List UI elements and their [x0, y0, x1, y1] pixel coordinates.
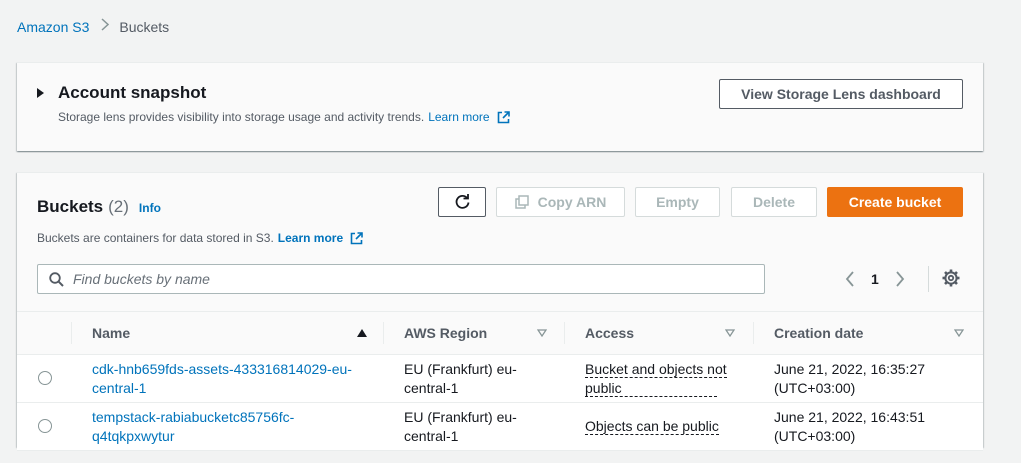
creation-date-line: June 21, 2022, 16:43:51	[774, 409, 926, 425]
gear-icon[interactable]	[942, 269, 960, 287]
table-header: Name AWS Region Access Creation date	[17, 311, 983, 355]
region-line: central-1	[404, 380, 459, 396]
creation-date-line: (UTC+03:00)	[774, 428, 856, 444]
table-row[interactable]: cdk-hnb659fds-assets-433316814029-eu- ce…	[17, 355, 983, 403]
delete-button[interactable]: Delete	[731, 187, 817, 217]
column-header-name[interactable]: Name	[92, 312, 367, 354]
sort-icon	[954, 329, 964, 337]
column-name-label: Name	[92, 325, 131, 341]
divider	[928, 266, 929, 292]
chevron-right-icon	[101, 18, 110, 35]
bucket-name-link[interactable]: cdk-hnb659fds-assets-433316814029-eu- ce…	[92, 361, 352, 396]
access-line[interactable]: public	[585, 380, 717, 397]
row-select-radio[interactable]	[38, 371, 52, 385]
creation-date-line: (UTC+03:00)	[774, 380, 856, 396]
buckets-table: Name AWS Region Access Creation date cdk…	[17, 311, 983, 451]
region-line: EU (Frankfurt) eu-	[404, 409, 517, 425]
bucket-name-line: central-1	[92, 380, 147, 396]
current-page-number[interactable]: 1	[871, 271, 879, 287]
column-access-label: Access	[585, 325, 635, 341]
column-divider	[564, 322, 565, 344]
column-created-label: Creation date	[774, 325, 864, 341]
pagination: 1	[839, 267, 911, 291]
snapshot-description-text: Storage lens provides visibility into st…	[58, 110, 425, 124]
refresh-button[interactable]	[438, 187, 486, 217]
search-icon	[49, 271, 64, 287]
account-snapshot-description: Storage lens provides visibility into st…	[58, 110, 510, 124]
buckets-title: Buckets	[37, 197, 104, 216]
breadcrumb-amazon-s3[interactable]: Amazon S3	[17, 19, 89, 35]
buckets-header: Buckets (2) Info	[37, 197, 161, 217]
sort-ascending-icon	[357, 329, 367, 337]
empty-button[interactable]: Empty	[635, 187, 720, 217]
copy-arn-label: Copy ARN	[537, 194, 607, 210]
access-line[interactable]: Bucket and objects not	[585, 361, 727, 378]
snapshot-learn-more-link[interactable]: Learn more	[428, 110, 489, 124]
column-divider	[71, 322, 72, 344]
access-line[interactable]: Objects can be public	[585, 418, 719, 435]
buckets-description-text: Buckets are containers for data stored i…	[37, 231, 274, 245]
previous-page-button[interactable]	[839, 267, 861, 291]
sort-icon	[725, 329, 735, 337]
external-link-icon	[350, 231, 363, 245]
account-snapshot-panel: Account snapshot Storage lens provides v…	[17, 62, 983, 151]
bucket-search-field[interactable]	[37, 264, 765, 294]
account-snapshot-toggle[interactable]: Account snapshot	[37, 83, 206, 103]
breadcrumb-buckets: Buckets	[119, 18, 170, 35]
bucket-name-link[interactable]: tempstack-rabiabucketc85756fc- q4tqkpxwy…	[92, 409, 294, 444]
sort-icon	[537, 329, 547, 337]
region-line: EU (Frankfurt) eu-	[404, 361, 517, 377]
buckets-description: Buckets are containers for data stored i…	[37, 231, 363, 245]
region-line: central-1	[404, 428, 459, 444]
info-link[interactable]: Info	[139, 201, 161, 215]
chevron-left-icon	[845, 271, 854, 287]
access-cell: Bucket and objects not public	[585, 360, 745, 398]
buckets-count: (2)	[108, 197, 129, 216]
column-region-label: AWS Region	[404, 325, 488, 341]
region-cell: EU (Frankfurt) eu- central-1	[404, 360, 554, 398]
bucket-name-line: q4tqkpxwytur	[92, 428, 175, 444]
region-cell: EU (Frankfurt) eu- central-1	[404, 408, 554, 446]
external-link-icon	[497, 110, 510, 124]
copy-icon	[514, 195, 529, 209]
buckets-learn-more-link[interactable]: Learn more	[278, 231, 343, 245]
creation-date-cell: June 21, 2022, 16:35:27 (UTC+03:00)	[774, 360, 974, 398]
column-header-access[interactable]: Access	[585, 312, 735, 354]
creation-date-cell: June 21, 2022, 16:43:51 (UTC+03:00)	[774, 408, 974, 446]
bucket-name-cell: tempstack-rabiabucketc85756fc- q4tqkpxwy…	[92, 408, 377, 446]
account-snapshot-title: Account snapshot	[58, 83, 207, 102]
column-header-region[interactable]: AWS Region	[404, 312, 547, 354]
buckets-panel: Buckets (2) Info Buckets are containers …	[17, 172, 983, 451]
bucket-name-line: cdk-hnb659fds-assets-433316814029-eu-	[92, 361, 352, 377]
next-page-button[interactable]	[889, 267, 911, 291]
column-divider	[383, 322, 384, 344]
search-input[interactable]	[73, 271, 733, 287]
refresh-icon	[454, 193, 471, 211]
creation-date-line: June 21, 2022, 16:35:27	[774, 361, 926, 377]
chevron-right-icon	[896, 271, 904, 287]
caret-right-icon	[37, 88, 44, 98]
access-cell: Objects can be public	[585, 417, 745, 436]
column-divider	[753, 322, 754, 344]
bucket-name-line: tempstack-rabiabucketc85756fc-	[92, 409, 295, 425]
row-select-radio[interactable]	[38, 419, 52, 433]
create-bucket-button[interactable]: Create bucket	[827, 187, 963, 217]
column-header-creation-date[interactable]: Creation date	[774, 312, 964, 354]
breadcrumb: Amazon S3 Buckets	[17, 18, 169, 35]
bucket-name-cell: cdk-hnb659fds-assets-433316814029-eu- ce…	[92, 360, 377, 398]
view-storage-lens-dashboard-button[interactable]: View Storage Lens dashboard	[719, 79, 963, 109]
table-row[interactable]: tempstack-rabiabucketc85756fc- q4tqkpxwy…	[17, 403, 983, 451]
copy-arn-button[interactable]: Copy ARN	[496, 187, 625, 217]
